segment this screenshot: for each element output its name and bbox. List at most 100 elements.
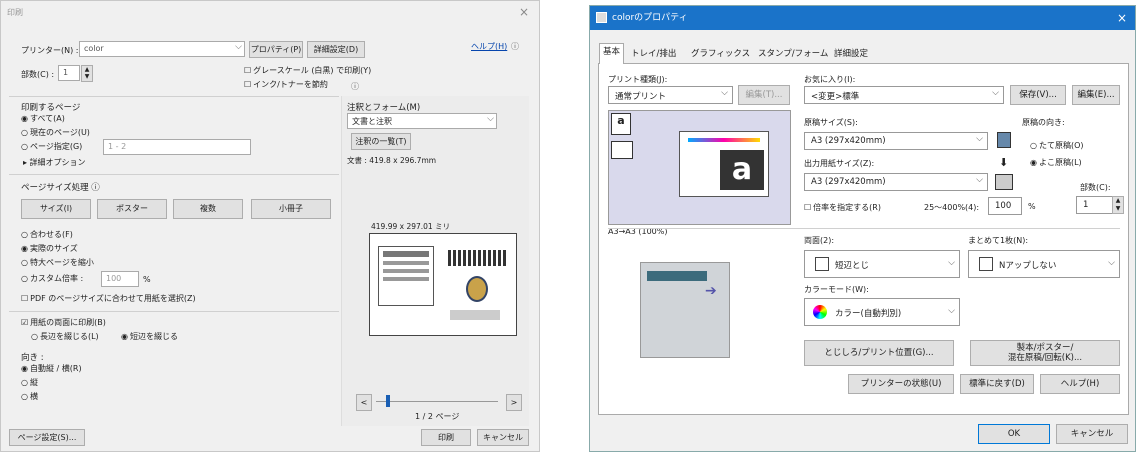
color-mode-select[interactable]: カラー(自動判別) ⌵ xyxy=(804,298,960,326)
printer-tray xyxy=(647,271,707,281)
properties-button[interactable]: プロパティ(P) xyxy=(249,41,303,58)
comments-select[interactable]: 文書と注釈 ⌵ xyxy=(347,113,497,129)
cancel-button[interactable]: キャンセル xyxy=(1056,424,1128,444)
short-edge-radio[interactable]: 短辺を綴じる xyxy=(121,331,178,342)
save-button[interactable]: 保存(V)... xyxy=(1010,85,1066,105)
booklet-button[interactable]: 製本/ポスター/ 混在原稿/回転(K)... xyxy=(970,340,1120,366)
properties-dialog: colorのプロパティ × 基本 トレイ/排出 グラフィックス スタンプ/フォー… xyxy=(589,5,1136,452)
help-button[interactable]: ヘルプ(H) xyxy=(1040,374,1120,394)
restore-default-button[interactable]: 標準に戻す(D) xyxy=(960,374,1034,394)
edit-e-button[interactable]: 編集(E)... xyxy=(1072,85,1120,105)
ok-button[interactable]: OK xyxy=(978,424,1050,444)
scale-checkbox[interactable]: 倍率を指定する(R) xyxy=(804,202,881,213)
favorites-select[interactable]: <変更>標準 ⌵ xyxy=(804,86,1004,104)
tab-booklet[interactable]: 小冊子 xyxy=(251,199,331,219)
actual-size-radio[interactable]: 実際のサイズ xyxy=(21,243,78,254)
color-mode-label: カラーモード(W): xyxy=(804,285,869,294)
nup-value: Nアップしない xyxy=(999,261,1057,271)
pages-current-radio[interactable]: 現在のページ(U) xyxy=(21,127,90,138)
next-page-button[interactable]: > xyxy=(506,394,522,411)
advanced-button[interactable]: 詳細設定(D) xyxy=(307,41,365,58)
page-setup-button[interactable]: ページ設定(S)... xyxy=(9,429,85,446)
page-slider-thumb[interactable] xyxy=(386,395,390,407)
info-icon: ⓘ xyxy=(351,82,359,91)
percent-label: % xyxy=(1028,202,1036,211)
duplex-select[interactable]: 短辺とじ ⌵ xyxy=(804,250,960,278)
favorites-value: <変更>標準 xyxy=(811,92,860,102)
document-icon: a xyxy=(611,113,631,135)
page-range-input[interactable]: 1 - 2 xyxy=(103,139,251,155)
long-edge-radio[interactable]: 長辺を綴じる(L) xyxy=(31,331,99,342)
print-dialog: 印刷 × プリンター(N) : color ⌵ プロパティ(P) 詳細設定(D) … xyxy=(0,0,540,452)
chevron-down-icon: ⌵ xyxy=(721,88,728,98)
tab-tray[interactable]: トレイ/排出 xyxy=(628,46,679,63)
chevron-down-icon: ⌵ xyxy=(948,306,955,316)
pages-all-radio[interactable]: すべて(A) xyxy=(21,113,65,124)
duplex-label: 両面(2): xyxy=(804,236,835,245)
tab-advanced[interactable]: 詳細設定 xyxy=(831,46,871,63)
tab-graphics[interactable]: グラフィックス xyxy=(688,46,753,63)
landscape-radio[interactable]: よこ原稿(L) xyxy=(1030,157,1082,168)
ink-save-checkbox[interactable]: インク/トナーを節約 xyxy=(244,79,328,90)
chevron-down-icon: ⌵ xyxy=(992,88,999,98)
portrait-radio[interactable]: 縦 xyxy=(21,377,38,388)
shrink-radio[interactable]: 特大ページを縮小 xyxy=(21,257,94,268)
arrow-icon: ➔ xyxy=(705,283,717,299)
comments-list-button[interactable]: 注釈の一覧(T) xyxy=(351,133,411,150)
divider xyxy=(608,228,1120,229)
color-wheel-icon xyxy=(813,305,827,319)
pages-range-radio[interactable]: ページ指定(G) xyxy=(21,141,82,152)
edit-t-button[interactable]: 編集(T)... xyxy=(738,85,790,105)
printer-select[interactable]: color ⌵ xyxy=(79,41,245,57)
tab-size[interactable]: サイズ(I) xyxy=(21,199,91,219)
divider xyxy=(9,174,339,175)
copies-input[interactable]: 1 xyxy=(1076,196,1114,214)
copies-input[interactable]: 1 xyxy=(58,65,80,81)
tab-poster[interactable]: ポスター xyxy=(97,199,167,219)
grayscale-checkbox[interactable]: グレースケール (白黒) で印刷(Y) xyxy=(244,65,371,76)
original-size-select[interactable]: A3 (297x420mm) ⌵ xyxy=(804,132,988,150)
printer-icon xyxy=(596,12,607,23)
book-icon xyxy=(815,257,829,271)
copies-stepper[interactable]: ▲ ▼ xyxy=(81,65,93,82)
custom-scale-input[interactable]: 100 xyxy=(101,271,139,287)
output-size-select[interactable]: A3 (297x420mm) ⌵ xyxy=(804,173,988,191)
printer-illustration: ➔ xyxy=(640,262,730,358)
custom-scale-radio[interactable]: カスタム倍率 : xyxy=(21,273,83,284)
printer-status-button[interactable]: プリンターの状態(U) xyxy=(848,374,954,394)
printer-label: プリンター(N) : xyxy=(21,46,79,55)
cancel-button[interactable]: キャンセル xyxy=(477,429,529,446)
margin-button[interactable]: とじしろ/プリント位置(G)... xyxy=(804,340,954,366)
original-size-value: A3 (297x420mm) xyxy=(811,136,886,146)
print-button[interactable]: 印刷 xyxy=(421,429,471,446)
tab-multiple[interactable]: 複数 xyxy=(173,199,243,219)
portrait-radio[interactable]: たて原稿(O) xyxy=(1030,140,1084,151)
duplex-checkbox[interactable]: 用紙の両面に印刷(B) xyxy=(21,317,106,328)
landscape-radio[interactable]: 横 xyxy=(21,391,38,402)
help-link[interactable]: ヘルプ(H) xyxy=(471,41,507,52)
copies-icon xyxy=(611,141,633,159)
page-slider-track xyxy=(376,401,498,402)
pdf-paper-checkbox[interactable]: PDF のページサイズに合わせて用紙を選択(Z) xyxy=(21,293,195,304)
print-type-select[interactable]: 通常プリント ⌵ xyxy=(608,86,733,104)
nup-select[interactable]: Nアップしない ⌵ xyxy=(968,250,1120,278)
document-size-icon xyxy=(997,132,1011,148)
orientation-title: 向き : xyxy=(21,353,44,363)
close-icon[interactable]: × xyxy=(1117,6,1127,30)
favorites-label: お気に入り(I): xyxy=(804,75,856,84)
fit-radio[interactable]: 合わせる(F) xyxy=(21,229,73,240)
preview-emblem xyxy=(466,276,488,302)
sizing-title: ページサイズ処理 ⓘ xyxy=(21,183,100,193)
preview-text-graphic xyxy=(448,250,506,266)
copies-stepper[interactable]: ▲ ▼ xyxy=(1112,196,1124,214)
close-icon[interactable]: × xyxy=(519,5,529,19)
prev-page-button[interactable]: < xyxy=(356,394,372,411)
more-options[interactable]: ▸ 詳細オプション xyxy=(23,157,86,168)
divider xyxy=(9,96,339,97)
paper-icon xyxy=(995,174,1013,190)
tab-stamp[interactable]: スタンプ/フォーム xyxy=(755,46,831,63)
auto-orientation-radio[interactable]: 自動縦 / 横(R) xyxy=(21,363,82,374)
chevron-down-icon: ⌵ xyxy=(235,42,242,52)
tab-basic[interactable]: 基本 xyxy=(599,43,625,64)
scale-input[interactable]: 100 xyxy=(988,197,1022,215)
